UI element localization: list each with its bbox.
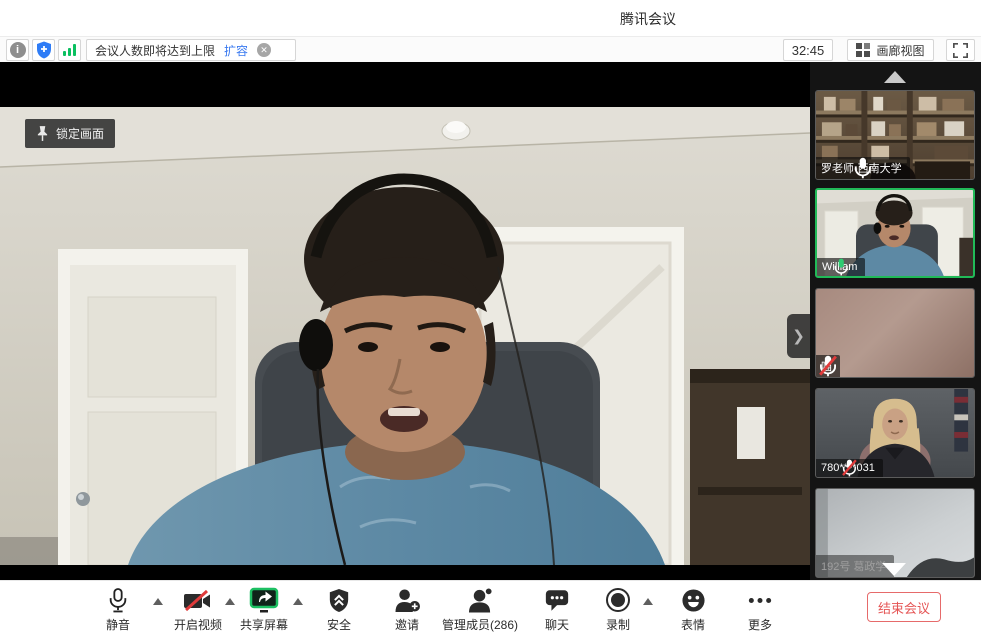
- sidebar-collapse-handle[interactable]: ❯: [787, 314, 810, 358]
- record-label: 录制: [606, 616, 630, 633]
- pinned-view-chip[interactable]: 锁定画面: [25, 119, 115, 148]
- tencent-meeting-window: 腾讯会议 i 会议人数即将达到上限 扩容 ✕ 32:45 画廊视图: [0, 0, 981, 635]
- people-icon: [467, 588, 494, 613]
- capacity-warning-banner: 会议人数即将达到上限 扩容 ✕: [86, 39, 296, 61]
- pin-icon: [36, 125, 49, 142]
- record-circle-icon: [605, 587, 631, 613]
- end-meeting-button[interactable]: 结束会议: [867, 592, 941, 622]
- emoji-label: 表情: [681, 616, 705, 633]
- share-screen-button[interactable]: 共享屏幕: [224, 587, 304, 633]
- smiley-icon: [681, 588, 706, 613]
- meeting-info-button[interactable]: i: [6, 39, 29, 61]
- window-title: 腾讯会议: [620, 9, 676, 29]
- network-signal-icon: [63, 44, 76, 56]
- person-plus-icon: [394, 588, 421, 613]
- share-screen-label: 共享屏幕: [240, 616, 288, 633]
- mic-muted-icon: [816, 459, 883, 477]
- scroll-up-button[interactable]: [884, 71, 906, 83]
- expand-capacity-link[interactable]: 扩容: [224, 42, 248, 59]
- shield-icon: [328, 588, 350, 613]
- mute-label: 静音: [106, 616, 130, 633]
- meeting-security-button[interactable]: [32, 39, 55, 61]
- meeting-timer: 32:45: [783, 39, 833, 61]
- pinned-view-label: 锁定画面: [56, 125, 104, 142]
- bottom-toolbar: 静音 开启视频 共享屏幕: [0, 580, 981, 635]
- meeting-toolbar: i 会议人数即将达到上限 扩容 ✕ 32:45 画廊视图: [0, 36, 981, 62]
- participant-name-badge: 780****031: [816, 459, 883, 477]
- shield-plus-icon: [36, 41, 52, 59]
- ellipsis-icon: [747, 588, 773, 613]
- fullscreen-button[interactable]: [946, 39, 975, 61]
- chat-bubble-icon: [544, 588, 570, 613]
- window-titlebar: 腾讯会议: [0, 0, 981, 36]
- chat-label: 聊天: [545, 616, 569, 633]
- network-status-button[interactable]: [58, 39, 81, 61]
- chevron-right-icon: ❯: [792, 327, 805, 345]
- participant-name-badge: 喵: [816, 355, 840, 377]
- mic-muted-icon: [816, 355, 840, 377]
- camera-slash-icon: [183, 589, 213, 613]
- participant-name: 192号 葛政学: [821, 558, 886, 574]
- close-icon[interactable]: ✕: [257, 43, 271, 57]
- more-label: 更多: [748, 616, 772, 633]
- manage-members-label: 管理成员(286): [442, 616, 518, 633]
- screen-share-icon: [249, 587, 279, 613]
- participants-sidebar: 罗老师-西南大学: [810, 62, 981, 580]
- participant-name-badge: William: [817, 258, 865, 276]
- fullscreen-icon: [953, 43, 968, 58]
- mute-button[interactable]: 静音: [78, 587, 158, 633]
- mic-speaking-icon: [817, 258, 865, 276]
- mic-on-icon: [816, 157, 910, 179]
- participant-thumbnail[interactable]: 780****031: [815, 388, 975, 478]
- capacity-warning-text: 会议人数即将达到上限: [95, 42, 215, 59]
- record-button[interactable]: 录制: [578, 587, 658, 633]
- info-icon: i: [10, 42, 26, 58]
- mic-icon: [107, 587, 129, 613]
- gallery-view-button[interactable]: 画廊视图: [847, 39, 934, 61]
- main-video-feed: [0, 107, 810, 565]
- participant-thumbnail[interactable]: 罗老师-西南大学: [815, 90, 975, 180]
- gallery-view-label: 画廊视图: [876, 42, 924, 59]
- participant-thumbnail-active-speaker[interactable]: William: [815, 188, 975, 278]
- main-video-stage: 锁定画面 ❯: [0, 62, 810, 580]
- more-button[interactable]: 更多: [720, 587, 800, 633]
- scroll-down-button[interactable]: [882, 563, 906, 576]
- grid-icon: [856, 43, 870, 57]
- participant-name-badge: 罗老师-西南大学: [816, 157, 910, 179]
- security-label: 安全: [327, 616, 351, 633]
- participant-thumbnail[interactable]: 喵: [815, 288, 975, 378]
- invite-label: 邀请: [395, 616, 419, 633]
- record-options-caret[interactable]: [643, 598, 653, 605]
- manage-members-button[interactable]: 管理成员(286): [435, 587, 525, 633]
- start-video-label: 开启视频: [174, 616, 222, 633]
